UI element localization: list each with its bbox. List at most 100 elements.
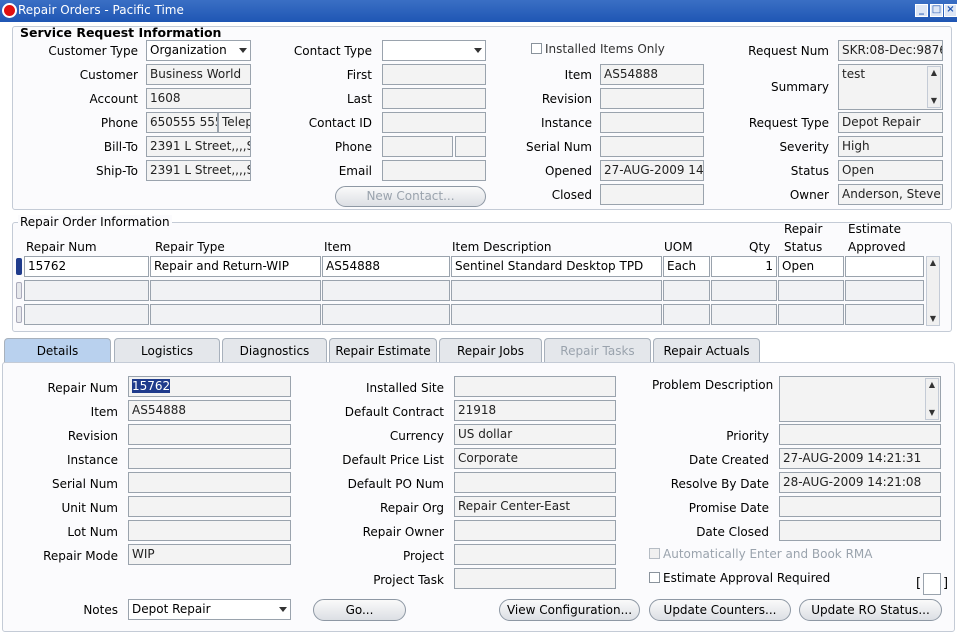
- table-cell-estimate-approved[interactable]: [845, 256, 924, 277]
- first-name-field[interactable]: [382, 64, 486, 85]
- table-cell-uom[interactable]: Each: [663, 256, 710, 277]
- estimate-approval-required-checkbox[interactable]: [649, 572, 660, 583]
- status-field[interactable]: Open: [838, 160, 943, 181]
- request-type-field[interactable]: Depot Repair: [838, 112, 943, 133]
- view-configuration-button[interactable]: View Configuration...: [499, 599, 640, 621]
- table-cell-empty[interactable]: [24, 304, 149, 325]
- closed-field[interactable]: [600, 184, 704, 205]
- attachment-bracket-icon[interactable]: [ ]: [916, 573, 948, 595]
- detail-revision-field[interactable]: [128, 424, 291, 445]
- notes-select[interactable]: Depot Repair: [128, 599, 291, 620]
- sr-serial-num-field[interactable]: [600, 136, 704, 157]
- request-num-field[interactable]: SKR:08-Dec:9876: [838, 40, 943, 61]
- scroll-down-icon[interactable]: ▼: [927, 313, 939, 325]
- contact-id-field[interactable]: [382, 112, 486, 133]
- table-cell-empty[interactable]: [778, 304, 844, 325]
- repair-org-field[interactable]: Repair Center-East: [454, 496, 616, 517]
- table-cell-empty[interactable]: [322, 280, 450, 301]
- table-cell-repair-num[interactable]: 15762: [24, 256, 149, 277]
- ship-to-field[interactable]: 2391 L Street,,,,S: [146, 160, 251, 181]
- table-cell-empty[interactable]: [322, 304, 450, 325]
- table-cell-empty[interactable]: [451, 304, 662, 325]
- detail-instance-field[interactable]: [128, 448, 291, 469]
- table-cell-empty[interactable]: [663, 304, 710, 325]
- tab-logistics[interactable]: Logistics: [114, 338, 220, 363]
- table-cell-empty[interactable]: [845, 280, 924, 301]
- problem-description-field[interactable]: ▲ ▼: [779, 376, 941, 422]
- table-cell-empty[interactable]: [778, 280, 844, 301]
- opened-field[interactable]: 27-AUG-2009 14:: [600, 160, 704, 181]
- problem-description-scrollbar[interactable]: ▲ ▼: [925, 378, 939, 420]
- summary-field[interactable]: test ▲ ▼: [838, 64, 943, 110]
- contact-phone-ext-field[interactable]: [455, 136, 486, 157]
- tab-details[interactable]: Details: [4, 338, 111, 363]
- tab-repair-jobs[interactable]: Repair Jobs: [439, 338, 542, 363]
- table-cell-qty[interactable]: 1: [711, 256, 777, 277]
- owner-field[interactable]: Anderson, Steve: [838, 184, 943, 205]
- phone-type-field[interactable]: Telep: [218, 112, 251, 133]
- table-cell-empty[interactable]: [451, 280, 662, 301]
- table-cell-empty[interactable]: [711, 280, 777, 301]
- update-counters-button[interactable]: Update Counters...: [649, 599, 791, 621]
- default-contract-field[interactable]: 21918: [454, 400, 616, 421]
- lot-num-field[interactable]: [128, 520, 291, 541]
- unit-num-field[interactable]: [128, 496, 291, 517]
- table-cell-empty[interactable]: [150, 280, 321, 301]
- contact-type-select[interactable]: [382, 40, 486, 61]
- close-icon[interactable]: ×: [944, 4, 957, 17]
- row-indicator[interactable]: [16, 306, 22, 323]
- tab-repair-actuals[interactable]: Repair Actuals: [653, 338, 760, 363]
- repair-mode-field[interactable]: WIP: [128, 544, 291, 565]
- maximize-icon[interactable]: □: [930, 4, 943, 17]
- scroll-up-icon[interactable]: ▲: [926, 379, 938, 391]
- installed-items-only-checkbox[interactable]: [531, 43, 542, 54]
- new-contact-button[interactable]: New Contact...: [335, 186, 486, 207]
- sr-item-field[interactable]: AS54888: [600, 64, 704, 85]
- last-name-field[interactable]: [382, 88, 486, 109]
- project-field[interactable]: [454, 544, 616, 565]
- table-cell-item[interactable]: AS54888: [322, 256, 450, 277]
- account-field[interactable]: 1608: [146, 88, 251, 109]
- scroll-down-icon[interactable]: ▼: [926, 407, 938, 419]
- date-closed-field[interactable]: [779, 520, 941, 541]
- email-field[interactable]: [382, 160, 486, 181]
- default-po-num-field[interactable]: [454, 472, 616, 493]
- sr-revision-field[interactable]: [600, 88, 704, 109]
- project-task-field[interactable]: [454, 568, 616, 589]
- phone-field[interactable]: 650555 555: [146, 112, 218, 133]
- minimize-icon[interactable]: _: [915, 4, 928, 17]
- table-cell-empty[interactable]: [663, 280, 710, 301]
- tab-repair-estimate[interactable]: Repair Estimate: [329, 338, 437, 363]
- promise-date-field[interactable]: [779, 496, 941, 517]
- detail-item-field[interactable]: AS54888: [128, 400, 291, 421]
- scroll-up-icon[interactable]: ▲: [928, 67, 940, 79]
- update-ro-status-button[interactable]: Update RO Status...: [799, 599, 942, 621]
- severity-field[interactable]: High: [838, 136, 943, 157]
- row-indicator[interactable]: [16, 282, 22, 299]
- tab-diagnostics[interactable]: Diagnostics: [222, 338, 327, 363]
- table-cell-empty[interactable]: [24, 280, 149, 301]
- summary-scrollbar[interactable]: ▲ ▼: [927, 66, 941, 108]
- table-cell-repair-status[interactable]: Open: [778, 256, 844, 277]
- priority-field[interactable]: [779, 424, 941, 445]
- table-cell-empty[interactable]: [150, 304, 321, 325]
- scroll-down-icon[interactable]: ▼: [928, 95, 940, 107]
- table-cell-empty[interactable]: [845, 304, 924, 325]
- sr-instance-field[interactable]: [600, 112, 704, 133]
- contact-phone-field[interactable]: [382, 136, 453, 157]
- currency-field[interactable]: US dollar: [454, 424, 616, 445]
- bill-to-field[interactable]: 2391 L Street,,,,S: [146, 136, 251, 157]
- table-cell-item-description[interactable]: Sentinel Standard Desktop TPD: [451, 256, 662, 277]
- customer-field[interactable]: Business World: [146, 64, 251, 85]
- repair-order-scrollbar[interactable]: ▲ ▼: [926, 256, 940, 326]
- current-row-indicator[interactable]: [16, 258, 22, 275]
- detail-serial-num-field[interactable]: [128, 472, 291, 493]
- default-price-list-field[interactable]: Corporate: [454, 448, 616, 469]
- auto-book-rma-checkbox[interactable]: [649, 548, 660, 559]
- installed-site-field[interactable]: [454, 376, 616, 397]
- repair-owner-field[interactable]: [454, 520, 616, 541]
- scroll-up-icon[interactable]: ▲: [927, 257, 939, 269]
- repair-num-field[interactable]: 15762: [128, 376, 291, 397]
- customer-type-select[interactable]: Organization: [146, 40, 251, 61]
- date-created-field[interactable]: 27-AUG-2009 14:21:31: [779, 448, 941, 469]
